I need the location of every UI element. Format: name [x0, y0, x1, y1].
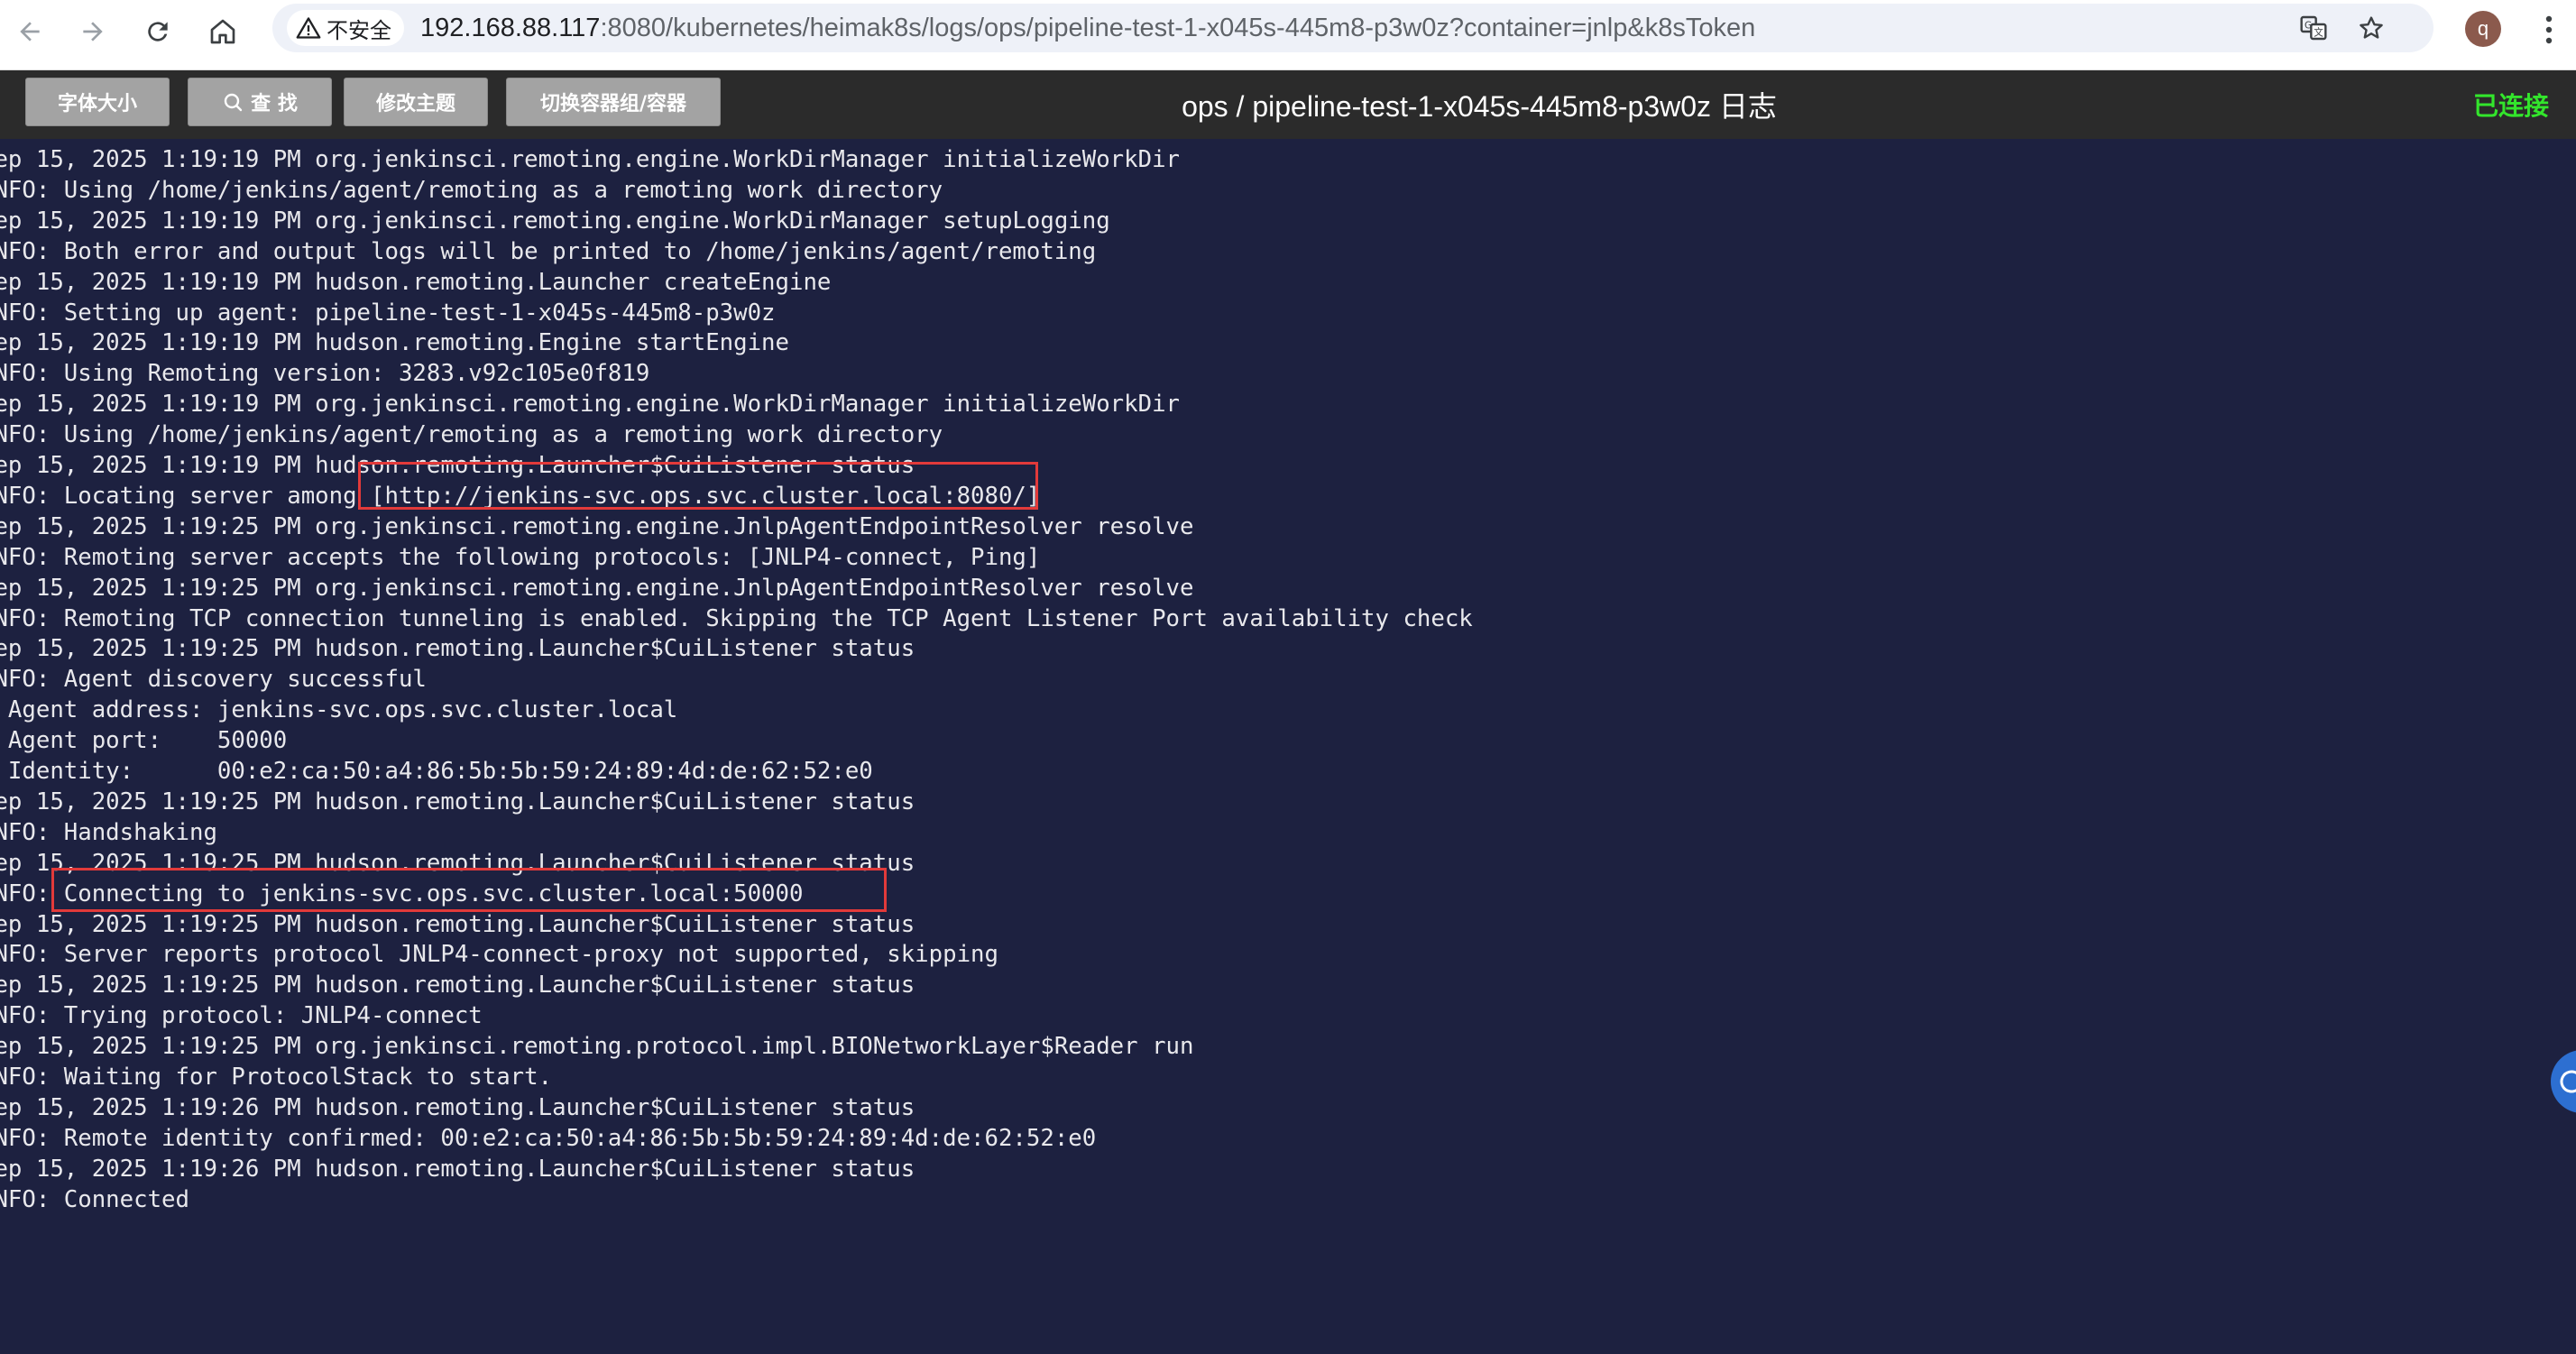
log-line: Sep 15, 2025 1:19:26 PM hudson.remoting.… [0, 1093, 915, 1121]
url-path: :8080/kubernetes/heimak8s/logs/ops/pipel… [600, 13, 1756, 42]
log-line: Sep 15, 2025 1:19:19 PM org.jenkinsci.re… [0, 391, 1181, 419]
search-button[interactable]: 查 找 [188, 78, 332, 126]
log-line: Identity: 00:e2:ca:50:a4:86:5b:5b:59:24:… [0, 758, 873, 785]
log-line: INFO: Using /home/jenkins/agent/remoting… [0, 176, 943, 204]
back-button[interactable] [7, 9, 52, 54]
font-size-button[interactable]: 字体大小 [25, 78, 170, 126]
log-line: Sep 15, 2025 1:19:19 PM org.jenkinsci.re… [0, 146, 1181, 173]
highlight-server-url [358, 462, 1038, 510]
reload-button[interactable] [135, 9, 180, 54]
star-icon [2360, 16, 2383, 39]
change-theme-button[interactable]: 修改主题 [344, 78, 488, 126]
log-line: INFO: Remote identity confirmed: 00:e2:c… [0, 1124, 1097, 1152]
connection-status: 已连接 [2472, 91, 2549, 121]
log-line: INFO: Agent discovery successful [0, 666, 427, 694]
log-line: INFO: Remoting TCP connection tunneling … [0, 604, 1473, 632]
arrow-right-icon [83, 22, 103, 41]
log-line: Sep 15, 2025 1:19:25 PM hudson.remoting.… [0, 972, 915, 999]
log-line: INFO: Setting up agent: pipeline-test-1-… [0, 299, 776, 327]
chat-bubble-icon [2560, 1070, 2576, 1093]
address-bar[interactable]: 不安全 192.168.88.117:8080/kubernetes/heima… [272, 4, 2433, 52]
forward-button[interactable] [70, 9, 115, 54]
reload-icon [148, 22, 168, 41]
font-size-label: 字体大小 [57, 93, 137, 115]
change-theme-label: 修改主题 [375, 93, 455, 115]
log-line: Sep 15, 2025 1:19:25 PM org.jenkinsci.re… [0, 1033, 1194, 1061]
url-text[interactable]: 192.168.88.117:8080/kubernetes/heimak8s/… [420, 14, 1755, 43]
log-line: INFO: Connected [0, 1185, 189, 1213]
svg-text:文: 文 [2314, 27, 2323, 39]
log-line: INFO: Both error and output logs will be… [0, 237, 1097, 265]
log-line: INFO: Using /home/jenkins/agent/remoting… [0, 421, 943, 449]
security-label: 不安全 [327, 17, 391, 43]
log-line: Sep 15, 2025 1:19:25 PM hudson.remoting.… [0, 788, 915, 815]
log-line: Sep 15, 2025 1:19:25 PM hudson.remoting.… [0, 635, 915, 663]
switch-container-button[interactable]: 切换容器组/容器 [506, 78, 721, 126]
home-button[interactable] [200, 9, 245, 54]
profile-avatar[interactable]: q [2465, 11, 2501, 47]
log-line: INFO: Handshaking [0, 818, 217, 846]
translate-icon: G文 [2300, 15, 2327, 41]
log-line: INFO: Trying protocol: JNLP4-connect [0, 1002, 483, 1030]
log-line: Sep 15, 2025 1:19:25 PM hudson.remoting.… [0, 910, 915, 938]
warning-icon [296, 17, 321, 39]
home-icon [210, 19, 235, 44]
log-line: Sep 15, 2025 1:19:26 PM hudson.remoting.… [0, 1155, 915, 1183]
translate-button[interactable]: G文 [2295, 9, 2332, 47]
log-line: Agent address: jenkins-svc.ops.svc.clust… [0, 696, 678, 724]
log-line: Sep 15, 2025 1:19:25 PM org.jenkinsci.re… [0, 574, 1194, 602]
search-icon [224, 93, 243, 112]
log-line: INFO: Using Remoting version: 3283.v92c1… [0, 360, 650, 388]
log-output[interactable]: Sep 15, 2025 1:19:19 PM org.jenkinsci.re… [0, 139, 2576, 1354]
log-line: INFO: Remoting server accepts the follow… [0, 543, 1041, 571]
arrow-left-icon [20, 22, 40, 41]
bookmark-button[interactable] [2352, 9, 2390, 47]
browser-chrome: 不安全 192.168.88.117:8080/kubernetes/heima… [0, 0, 2576, 70]
log-line: INFO: Server reports protocol JNLP4-conn… [0, 941, 998, 969]
log-line: INFO: Waiting for ProtocolStack to start… [0, 1064, 553, 1091]
security-indicator[interactable]: 不安全 [287, 10, 404, 46]
log-line: Sep 15, 2025 1:19:19 PM org.jenkinsci.re… [0, 207, 1110, 235]
log-line: Sep 15, 2025 1:19:25 PM org.jenkinsci.re… [0, 512, 1194, 540]
browser-menu-button[interactable] [2531, 9, 2567, 51]
more-vert-icon [2545, 15, 2553, 44]
log-line: Sep 15, 2025 1:19:19 PM hudson.remoting.… [0, 329, 789, 357]
log-line: Agent port: 50000 [0, 727, 288, 755]
switch-container-label: 切换容器组/容器 [539, 93, 687, 115]
highlight-connecting-line [51, 868, 887, 912]
url-host: 192.168.88.117 [420, 13, 601, 42]
search-label: 查 找 [251, 93, 298, 115]
page-title: ops / pipeline-test-1-x045s-445m8-p3w0z … [1182, 90, 1777, 123]
log-line: Sep 15, 2025 1:19:19 PM hudson.remoting.… [0, 268, 832, 296]
